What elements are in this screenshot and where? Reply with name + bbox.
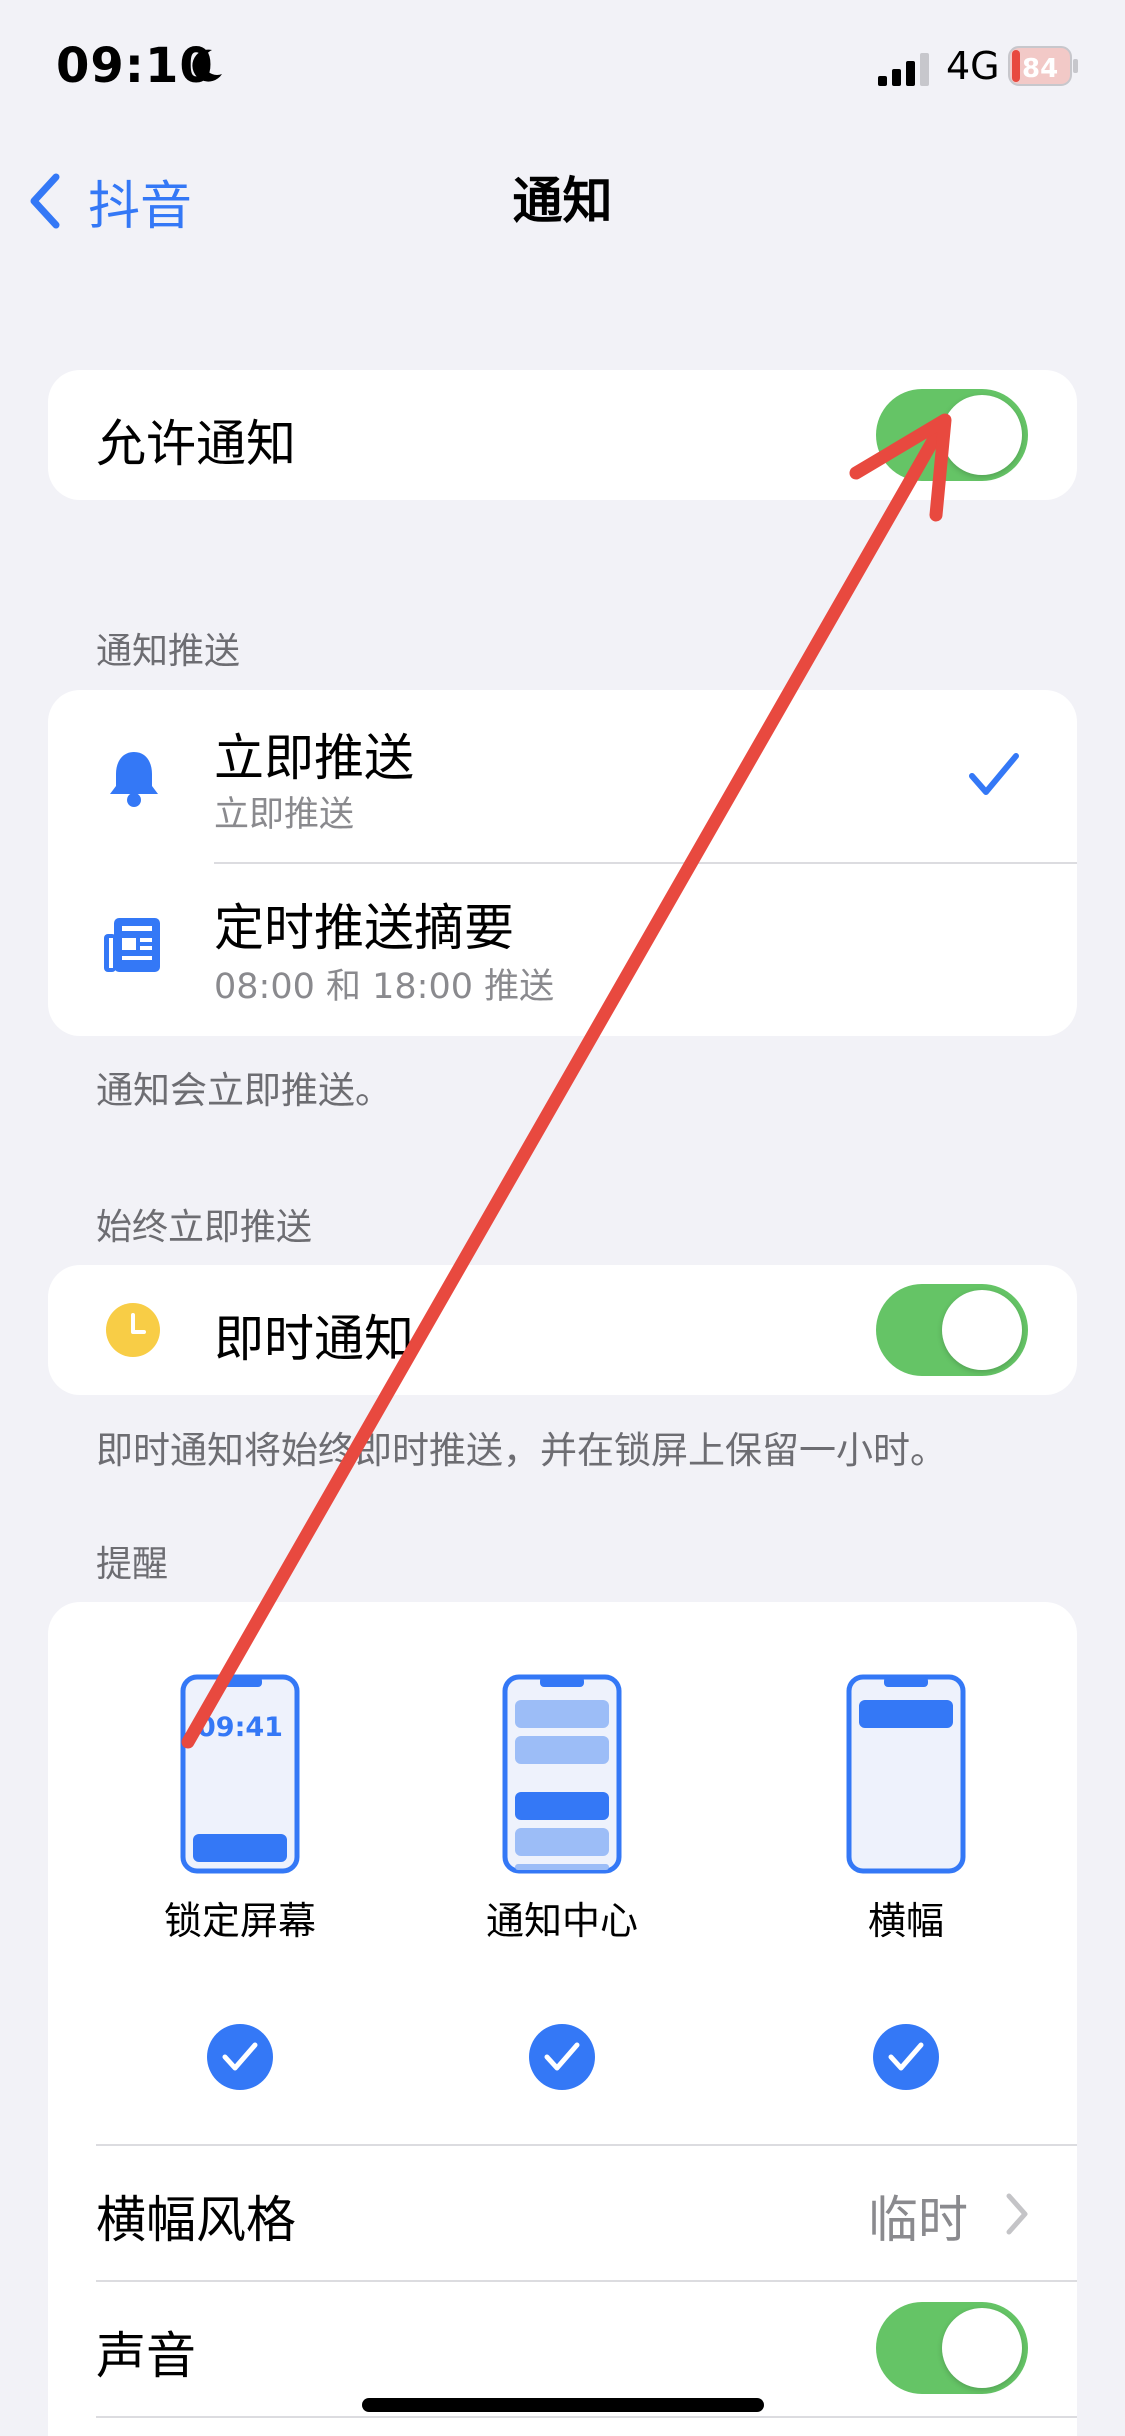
newspaper-icon: [104, 918, 160, 972]
notification-center-phone-icon: [502, 1674, 622, 1874]
immediate-delivery-title: 立即推送: [214, 729, 414, 787]
scheduled-summary-option[interactable]: 定时推送摘要 08:00 和 18:00 推送: [48, 864, 1077, 1036]
sounds-row: 声音: [48, 2282, 1077, 2416]
bell-icon: [110, 752, 158, 807]
sounds-toggle[interactable]: [876, 2302, 1028, 2394]
toggle-knob: [942, 395, 1022, 475]
time-sensitive-card: 即时通知: [48, 1265, 1077, 1395]
alerts-card: 09:41 锁定屏幕 通知中心 横幅 横幅风格 临时 声音: [48, 1602, 1077, 2436]
time-sensitive-footer: 即时通知将始终即时推送，并在锁屏上保留一小时。: [96, 1429, 947, 1472]
battery-icon: 84: [1008, 46, 1078, 86]
cellular-signal-icon: [878, 53, 929, 86]
notification-settings-screen: 09:10 4G 84 抖音 通知 允许通知 通知推送 立即推送 立即推送 定时…: [0, 0, 1125, 2436]
checkmark-icon: [222, 2042, 258, 2071]
toggle-knob: [942, 2308, 1022, 2388]
toggle-knob: [942, 1290, 1022, 1370]
time-sensitive-toggle[interactable]: [876, 1284, 1028, 1376]
delivery-footer: 通知会立即推送。: [96, 1069, 392, 1112]
delivery-section-header: 通知推送: [96, 631, 241, 672]
chevron-right-icon: [1006, 2193, 1028, 2235]
banner-style-value: 临时: [868, 2191, 968, 2249]
lock-screen-phone-icon: 09:41: [180, 1674, 300, 1874]
allow-notifications-label: 允许通知: [96, 415, 296, 473]
checkmark-icon: [969, 753, 1019, 795]
allow-notifications-toggle[interactable]: [876, 389, 1028, 481]
home-indicator: [362, 2398, 764, 2412]
allow-notifications-card: 允许通知: [48, 370, 1077, 500]
page-title: 通知: [512, 172, 613, 230]
immediate-delivery-option[interactable]: 立即推送 立即推送: [48, 690, 1077, 862]
clock-icon: [106, 1303, 160, 1357]
lock-screen-check[interactable]: [207, 2024, 273, 2090]
banners-phone-icon: [846, 1674, 966, 1874]
scheduled-summary-subtitle: 08:00 和 18:00 推送: [214, 967, 555, 1007]
always-immediate-section-header: 始终立即推送: [96, 1207, 313, 1248]
checkmark-icon: [544, 2042, 580, 2071]
notification-center-option[interactable]: 通知中心: [442, 1662, 682, 2102]
notification-center-label: 通知中心: [485, 1899, 638, 1943]
status-bar: 09:10 4G 84: [0, 0, 1125, 140]
battery-level: 84: [1022, 54, 1058, 84]
checkmark-icon: [888, 2042, 924, 2071]
lock-screen-clock-text: 09:41: [197, 1712, 283, 1743]
lock-screen-option[interactable]: 09:41 锁定屏幕: [128, 1662, 368, 2102]
sounds-label: 声音: [96, 2327, 196, 2385]
delivery-card: 立即推送 立即推送 定时推送摘要 08:00 和 18:00 推送: [48, 690, 1077, 1036]
time-sensitive-label: 即时通知: [214, 1310, 414, 1368]
lock-screen-label: 锁定屏幕: [163, 1899, 316, 1943]
alerts-section-header: 提醒: [96, 1544, 169, 1585]
notification-center-check[interactable]: [529, 2024, 595, 2090]
banner-style-row[interactable]: 横幅风格 临时: [48, 2146, 1077, 2280]
immediate-delivery-subtitle: 立即推送: [214, 795, 355, 835]
banners-label: 横幅: [867, 1899, 944, 1943]
focus-moon-icon: [192, 49, 222, 82]
scheduled-summary-title: 定时推送摘要: [214, 899, 514, 957]
banners-option[interactable]: 横幅: [784, 1662, 1024, 2102]
network-type: 4G: [946, 44, 1000, 88]
banners-check[interactable]: [873, 2024, 939, 2090]
banner-style-label: 横幅风格: [96, 2191, 296, 2249]
row-separator: [96, 2416, 1077, 2418]
